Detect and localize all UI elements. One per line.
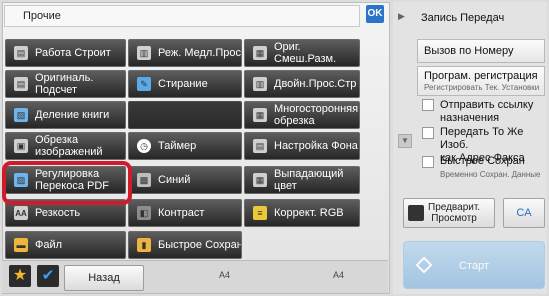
mixed-size-label-2: Смеш.Разм. [274,53,337,65]
paper-size-right: A4 [333,270,345,280]
start-icon [415,256,433,274]
quick-save-main-label: Быстрое Сохран [440,155,525,167]
image-crop-button[interactable]: ▣ Обрезка изображений [5,132,126,160]
book-divide-icon: ▧ [14,108,28,122]
original-count-label-2: Подсчет [35,84,78,96]
check-icon[interactable]: ✔ [37,265,59,287]
original-count-button[interactable]: ▤ Оригиналь. Подсчет [5,70,126,98]
expand-arrow-icon[interactable]: ▶ [398,11,405,22]
program-register-label: Програм. регистрация [424,70,538,82]
rgb-icon: ≡ [253,206,267,220]
quick-save-text: Быстрое Сохран Временно Сохран. Данные [440,155,541,181]
dropout-color-label-2: цвет [274,180,297,192]
count-icon: ▤ [14,77,28,91]
book-divide-label: Деление книги [35,109,110,121]
file-button[interactable]: ▬ Файл [5,231,126,259]
erase-label: Стирание [158,78,208,90]
disabled-button [128,101,242,129]
highlight-frame [2,161,132,205]
same-image-fax-label-1: Передать То Же Изоб. [440,126,524,151]
preview-label-2: Просмотр [431,213,477,224]
image-crop-icon: ▣ [14,139,28,153]
program-register-sub: Регистрировать Тек. Установки [424,83,540,92]
ok-button[interactable]: OK [366,5,384,23]
background-adjust-label: Настройка Фона [274,140,358,152]
file-icon: ▬ [14,238,28,252]
timer-label: Таймер [158,140,197,152]
contrast-icon: ◧ [137,206,151,220]
quick-save-button[interactable]: ▮ Быстрое Сохран [128,231,242,259]
slow-scan-button[interactable]: ▥ Реж. Медл.Прос [128,39,242,67]
book-divide-button[interactable]: ▧ Деление книги [5,101,126,129]
file-label: Файл [35,239,63,251]
multi-crop-button[interactable]: ▦ Многосторонняя обрезка [244,101,360,129]
quick-save-icon: ▮ [137,238,151,252]
erase-button[interactable]: ✎ Стирание [128,70,242,98]
contrast-button[interactable]: ◧ Контраст [128,199,242,227]
call-by-search-button[interactable]: Вызов по Номеру Поиска [417,39,545,79]
mixed-size-icon: ▦ [253,46,267,60]
rgb-adjust-button[interactable]: ≡ Коррект. RGB [244,199,360,227]
original-count-label-1: Оригиналь. [35,72,94,84]
slow-scan-icon: ▥ [137,46,151,60]
preview-button[interactable]: Предварит. Просмотр [403,198,495,228]
star-icon[interactable]: ★ [9,265,31,287]
image-crop-label-1: Обрезка [35,134,79,146]
doc-icon: ▤ [14,46,28,60]
job-build-button[interactable]: ▤ Работа Строит [5,39,126,67]
job-build-label: Работа Строит [35,47,111,59]
send-link-label-1: Отправить ссылку [440,99,534,111]
send-link-label-2: назначения [440,112,500,124]
start-label: Старт [459,260,489,272]
dropout-color-button[interactable]: ▦ Выпадающий цвет [244,166,360,194]
dropout-color-label-1: Выпадающий [274,168,344,180]
send-link-checkbox[interactable] [422,99,434,111]
dual-page-label: Двойн.Прос.Стр [274,78,357,90]
multi-crop-label-1: Многосторонняя [274,103,359,115]
timer-icon: ◷ [137,139,151,153]
page-title: Прочие [4,5,360,27]
dual-page-button[interactable]: ▥ Двойн.Прос.Стр [244,70,360,98]
bottom-bar [2,260,388,293]
dual-page-icon: ▥ [253,77,267,91]
right-panel-title: Запись Передач [421,12,505,24]
multi-crop-label-2: обрезка [274,115,315,127]
image-crop-label-2: изображений [35,146,103,158]
timer-button[interactable]: ◷ Таймер [128,132,242,160]
preview-icon [408,205,424,221]
quick-save-sub-label: Временно Сохран. Данные [440,170,541,179]
mixed-size-button[interactable]: ▦ Ориг. Смеш.Разм. [244,39,360,67]
sharpness-label: Резкость [35,207,81,219]
scroll-down-icon[interactable]: ▼ [398,134,412,148]
ca-button[interactable]: CA [503,198,545,228]
mixed-size-label-1: Ориг. [274,41,301,53]
contrast-label: Контраст [158,207,205,219]
blue-icon: ▩ [137,173,151,187]
quick-save-checkbox[interactable] [422,156,434,168]
erase-icon: ✎ [137,77,151,91]
paper-size-left: A4 [219,270,231,280]
background-icon: ▤ [253,139,267,153]
program-register-button[interactable]: Програм. регистрация Регистрировать Тек.… [417,66,545,96]
dropout-icon: ▦ [253,173,267,187]
back-button[interactable]: Назад [64,265,144,291]
send-link-text: Отправить ссылку назначения [440,99,533,125]
blue-label: Синий [158,174,191,186]
preview-label-1: Предварит. [428,202,481,213]
sharpness-icon: AA [14,206,28,220]
same-image-fax-checkbox[interactable] [422,127,434,139]
background-adjust-button[interactable]: ▤ Настройка Фона [244,132,360,160]
multi-crop-icon: ▦ [253,108,267,122]
rgb-adjust-label: Коррект. RGB [274,207,344,219]
slow-scan-label: Реж. Медл.Прос [158,47,242,59]
quick-save-label: Быстрое Сохран [158,239,242,251]
blue-button[interactable]: ▩ Синий [128,166,242,194]
start-button[interactable]: Старт [403,241,545,289]
